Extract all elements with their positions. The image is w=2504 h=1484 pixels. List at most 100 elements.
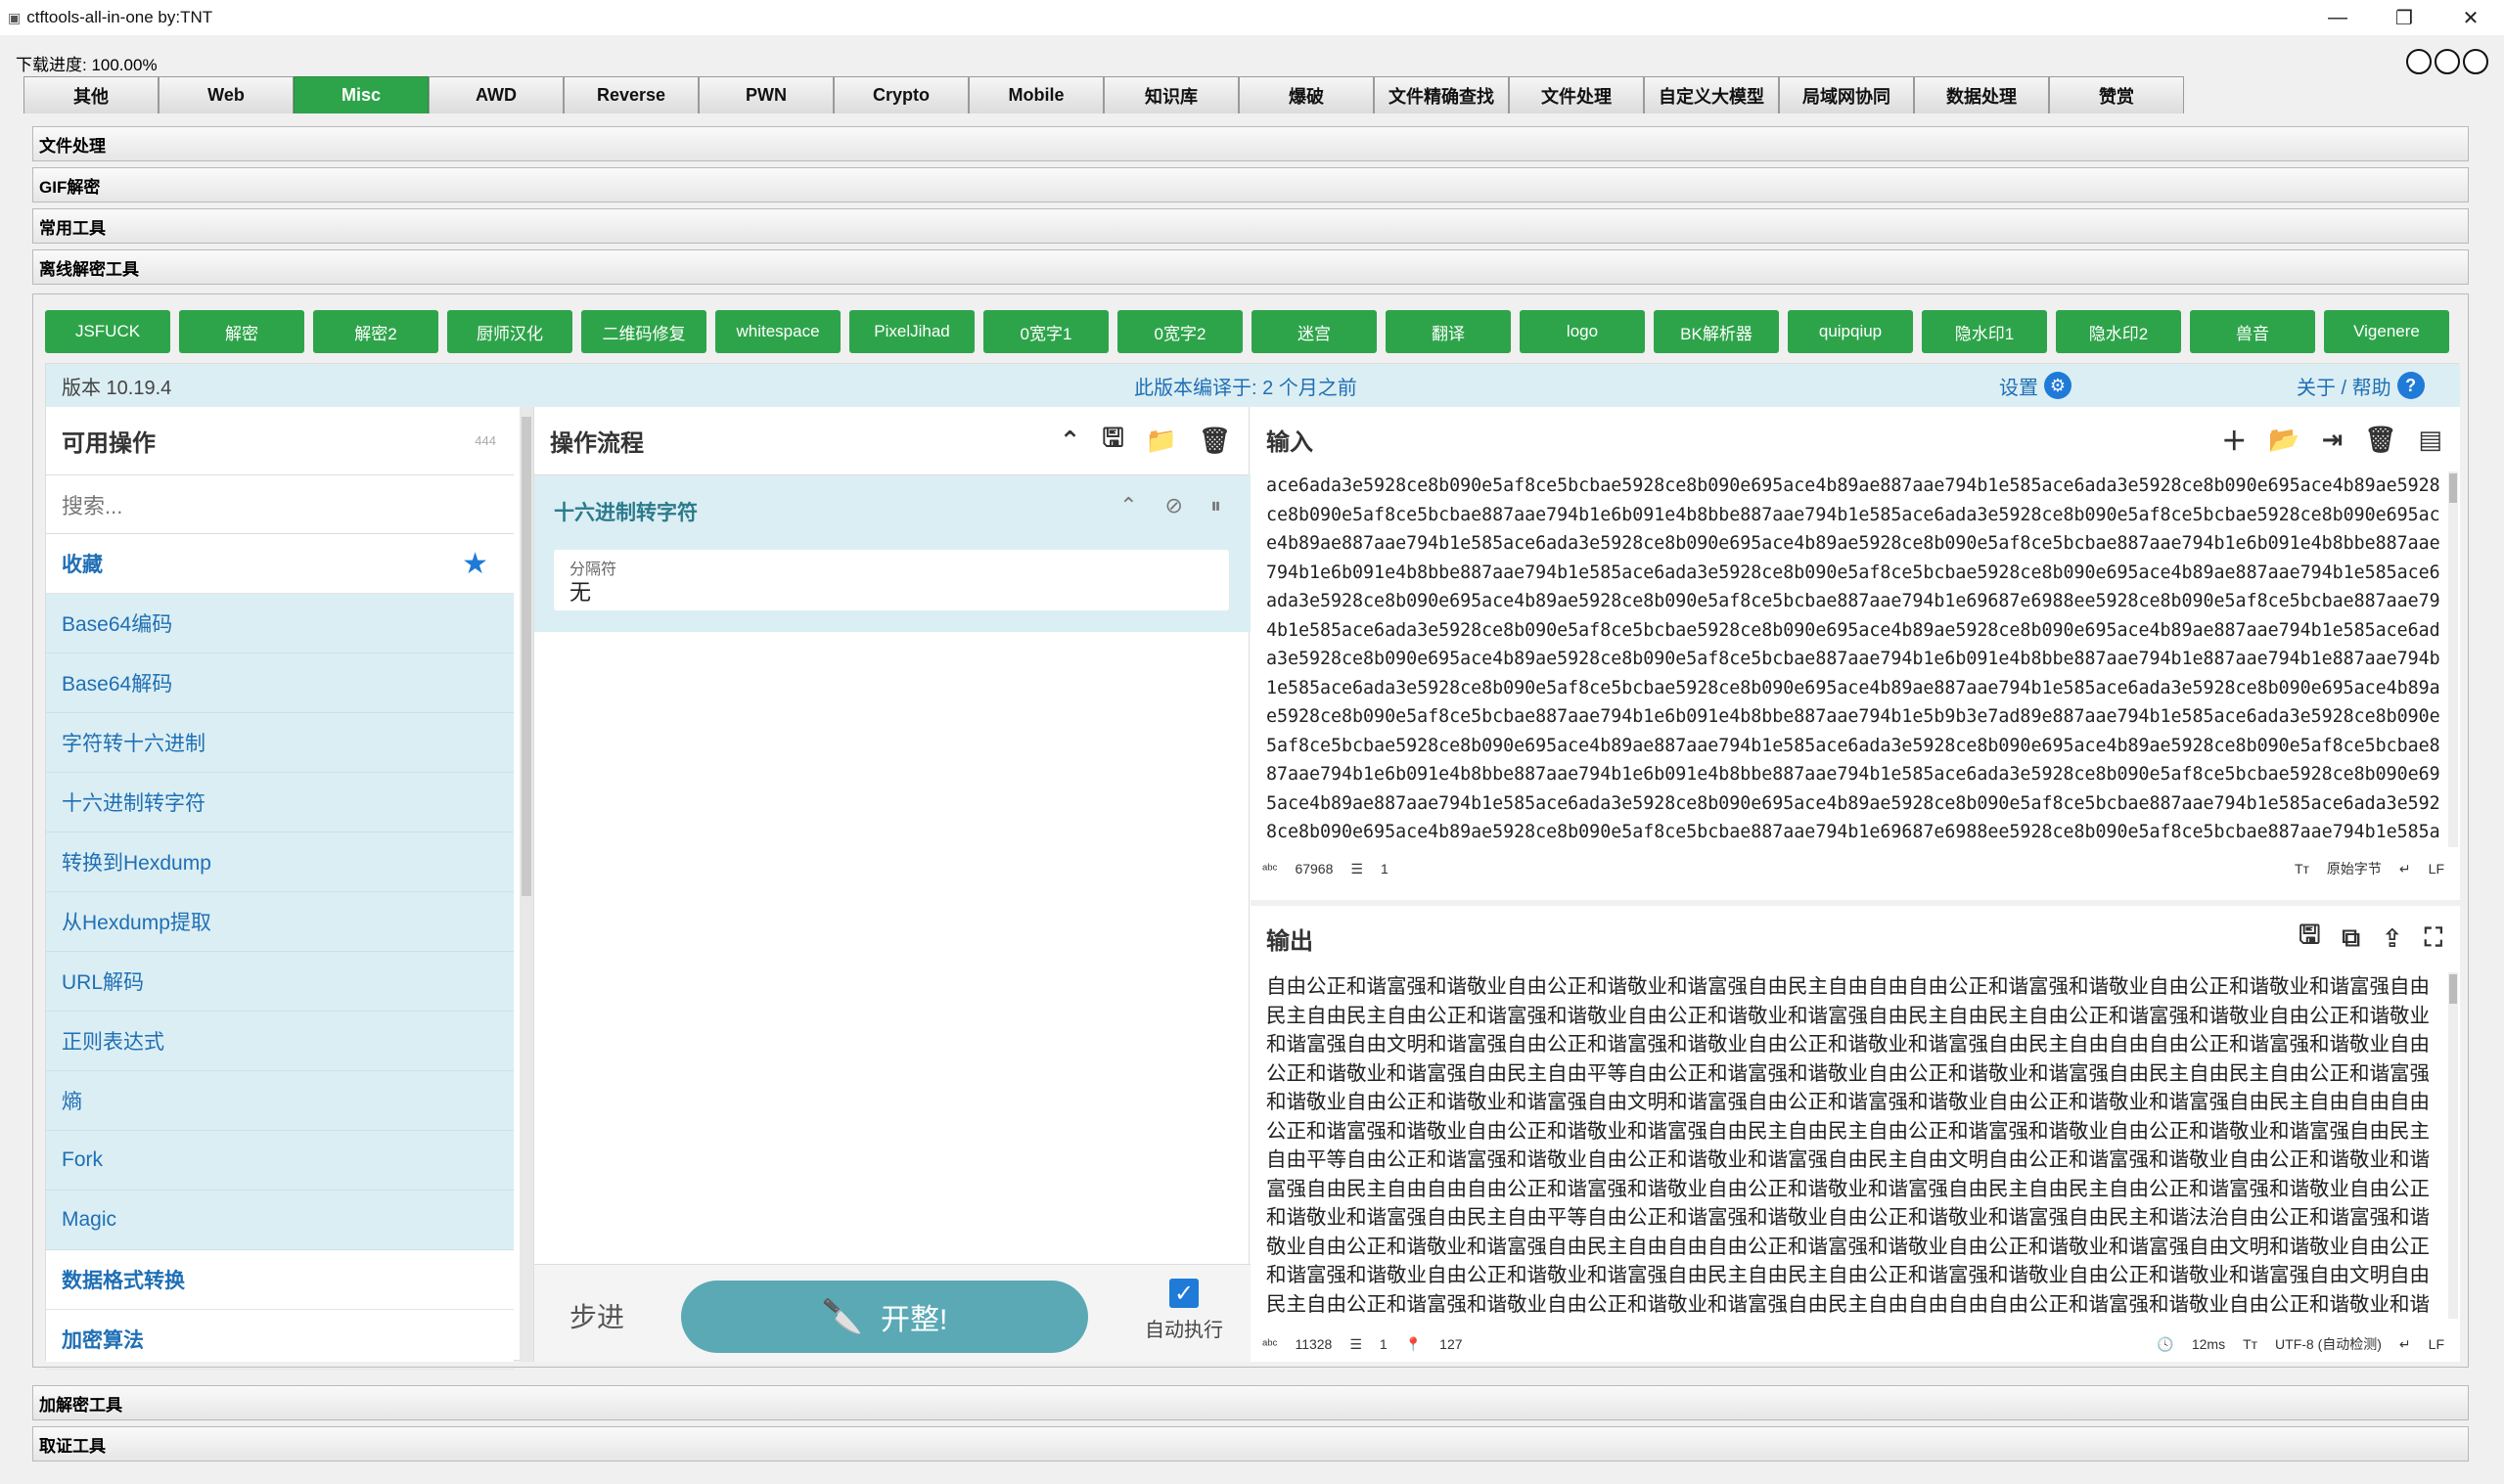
delimiter-field[interactable]: 分隔符 无 bbox=[554, 550, 1229, 610]
tool-button-bar: JSFUCK 解密 解密2 厨师汉化 二维码修复 whitespace PixelJihad… bbox=[45, 310, 2449, 353]
tool-button-2[interactable]: 解密2 bbox=[313, 310, 438, 353]
layout-icon[interactable]: ▤ bbox=[2418, 425, 2442, 455]
category-data-format[interactable]: 数据格式转换 bbox=[46, 1250, 514, 1310]
open-file-icon[interactable]: ⇥ bbox=[2322, 425, 2344, 455]
operation-item[interactable]: Fork bbox=[46, 1131, 514, 1191]
disable-icon[interactable]: ⊘ bbox=[1165, 493, 1183, 518]
recipe-operation[interactable]: 十六进制转字符 ⌃ ⊘ ⏸ 分隔符 无 bbox=[534, 475, 1251, 632]
category-favorites[interactable]: 收藏 ★ bbox=[46, 534, 514, 594]
operation-item[interactable]: 转换到Hexdump bbox=[46, 832, 514, 892]
bake-button[interactable]: 🔪 开整! bbox=[681, 1281, 1088, 1353]
tool-button-4[interactable]: 二维码修复 bbox=[581, 310, 706, 353]
minimize-button[interactable]: — bbox=[2304, 0, 2371, 35]
tab-10[interactable]: 文件精确查找 bbox=[1374, 76, 1509, 113]
tab-13[interactable]: 局域网协同 bbox=[1779, 76, 1914, 113]
chevron-up-icon[interactable]: ⌃ bbox=[1060, 426, 1081, 456]
section-forensics-tools[interactable]: 取证工具 bbox=[32, 1426, 2469, 1462]
maximize-button[interactable]: ❐ bbox=[2371, 0, 2437, 35]
tool-button-5[interactable]: whitespace bbox=[715, 310, 841, 353]
tool-button-9[interactable]: 迷宫 bbox=[1252, 310, 1377, 353]
section-gif-decrypt[interactable]: GIF解密 bbox=[32, 167, 2469, 202]
tool-button-11[interactable]: logo bbox=[1520, 310, 1645, 353]
tool-button-1[interactable]: 解密 bbox=[179, 310, 304, 353]
tool-button-15[interactable]: 隐水印2 bbox=[2056, 310, 2181, 353]
section-common-tools[interactable]: 常用工具 bbox=[32, 208, 2469, 244]
help-icon: ? bbox=[2396, 372, 2425, 399]
close-button[interactable]: ✕ bbox=[2437, 0, 2504, 35]
tool-button-0[interactable]: JSFUCK bbox=[45, 310, 170, 353]
operation-item[interactable]: 字符转十六进制 bbox=[46, 713, 514, 773]
operations-count: 444 bbox=[475, 433, 496, 448]
operation-item[interactable]: 十六进制转字符 bbox=[46, 773, 514, 832]
tab-11[interactable]: 文件处理 bbox=[1509, 76, 1644, 113]
tool-button-10[interactable]: 翻译 bbox=[1386, 310, 1511, 353]
tool-button-14[interactable]: 隐水印1 bbox=[1922, 310, 2047, 353]
auto-bake-checkbox[interactable]: ✓ 自动执行 bbox=[1135, 1279, 1233, 1342]
open-folder-icon[interactable]: 📂 bbox=[2268, 425, 2299, 455]
tab-8[interactable]: 知识库 bbox=[1104, 76, 1239, 113]
tab-15[interactable]: 赞赏 bbox=[2049, 76, 2184, 113]
input-eol[interactable]: LF bbox=[2429, 861, 2444, 877]
recipe-controls: 步进 🔪 开整! ✓ 自动执行 bbox=[534, 1264, 1251, 1362]
output-scrollbar[interactable] bbox=[2448, 972, 2458, 1319]
tab-9[interactable]: 爆破 bbox=[1239, 76, 1374, 113]
tool-button-6[interactable]: PixelJihad bbox=[849, 310, 975, 353]
bake-time: 12ms bbox=[2191, 1336, 2226, 1352]
trash-icon[interactable]: 🗑 bbox=[1199, 426, 1231, 456]
plus-icon[interactable]: ＋ bbox=[2221, 422, 2247, 458]
tool-button-8[interactable]: 0宽字2 bbox=[1117, 310, 1243, 353]
output-eol[interactable]: LF bbox=[2429, 1336, 2444, 1352]
maximize-icon[interactable]: ⛶ bbox=[2425, 922, 2442, 954]
category-encryption[interactable]: 加密算法 bbox=[46, 1310, 514, 1370]
chevron-up-icon[interactable]: ⌃ bbox=[1119, 493, 1137, 518]
search-input[interactable]: 搜索... bbox=[46, 475, 514, 534]
tab-5[interactable]: PWN bbox=[699, 76, 834, 113]
save-icon[interactable]: 🖫 bbox=[2299, 917, 2320, 960]
tool-button-17[interactable]: Vigenere bbox=[2324, 310, 2449, 353]
input-scrollbar[interactable] bbox=[2448, 472, 2458, 847]
about-link[interactable]: 关于 / 帮助? bbox=[2297, 372, 2425, 400]
tab-6[interactable]: Crypto bbox=[834, 76, 969, 113]
tool-button-3[interactable]: 厨师汉化 bbox=[447, 310, 572, 353]
section-file-processing[interactable]: 文件处理 bbox=[32, 126, 2469, 161]
tab-3[interactable]: AWD bbox=[429, 76, 564, 113]
tab-0[interactable]: 其他 bbox=[23, 76, 159, 113]
tool-button-12[interactable]: BK解析器 bbox=[1654, 310, 1779, 353]
operation-item[interactable]: 从Hexdump提取 bbox=[46, 892, 514, 952]
output-charset[interactable]: UTF-8 (自动检测) bbox=[2275, 1334, 2382, 1354]
copy-icon[interactable]: ⧉ bbox=[2342, 922, 2360, 954]
section-crypto-tools[interactable]: 加解密工具 bbox=[32, 1385, 2469, 1420]
trash-icon[interactable]: 🗑 bbox=[2364, 425, 2396, 455]
input-textarea[interactable]: ace6ada3e5928ce8b090e5af8ce5bcbae5928ce8… bbox=[1266, 472, 2440, 847]
operation-item[interactable]: Base64编码 bbox=[46, 594, 514, 653]
scroll-thumb[interactable] bbox=[2449, 473, 2457, 503]
tab-12[interactable]: 自定义大模型 bbox=[1644, 76, 1779, 113]
operation-item[interactable]: Magic bbox=[46, 1191, 514, 1250]
input-charset[interactable]: 原始字节 bbox=[2327, 859, 2382, 878]
tab-4[interactable]: Reverse bbox=[564, 76, 699, 113]
tool-button-7[interactable]: 0宽字1 bbox=[983, 310, 1109, 353]
scroll-thumb[interactable] bbox=[522, 417, 531, 896]
output-textarea[interactable]: 自由公正和谐富强和谐敬业自由公正和谐敬业和谐富强自由民主自由自由自由公正和谐富强… bbox=[1266, 972, 2440, 1319]
cyberchef-frame: 版本 10.19.4 此版本编译于: 2 个月之前 设置 ⚙ 关于 / 帮助? 可… bbox=[45, 363, 2460, 1370]
save-icon[interactable]: 🖫 bbox=[1102, 420, 1123, 463]
operation-item[interactable]: 熵 bbox=[46, 1071, 514, 1131]
settings-link[interactable]: 设置 ⚙ bbox=[1999, 372, 2071, 400]
output-lines: 1 bbox=[1379, 1336, 1388, 1352]
operation-item[interactable]: URL解码 bbox=[46, 952, 514, 1012]
pause-icon[interactable]: ⏸ bbox=[1210, 493, 1221, 518]
folder-icon[interactable]: 📁 bbox=[1146, 426, 1177, 456]
tab-14[interactable]: 数据处理 bbox=[1914, 76, 2049, 113]
section-offline-decrypt[interactable]: 离线解密工具 bbox=[32, 249, 2469, 285]
operation-item[interactable]: Base64解码 bbox=[46, 653, 514, 713]
tab-7[interactable]: Mobile bbox=[969, 76, 1104, 113]
tool-button-16[interactable]: 兽音 bbox=[2190, 310, 2315, 353]
operation-item[interactable]: 正则表达式 bbox=[46, 1012, 514, 1071]
tab-2[interactable]: Misc bbox=[294, 76, 429, 113]
tool-button-13[interactable]: quipqiup bbox=[1788, 310, 1913, 353]
operations-scrollbar[interactable] bbox=[520, 407, 533, 1362]
step-button[interactable]: 步进 bbox=[569, 1296, 624, 1335]
tab-1[interactable]: Web bbox=[159, 76, 294, 113]
scroll-thumb[interactable] bbox=[2449, 974, 2457, 1004]
replace-input-icon[interactable]: ⇪ bbox=[2382, 923, 2403, 954]
